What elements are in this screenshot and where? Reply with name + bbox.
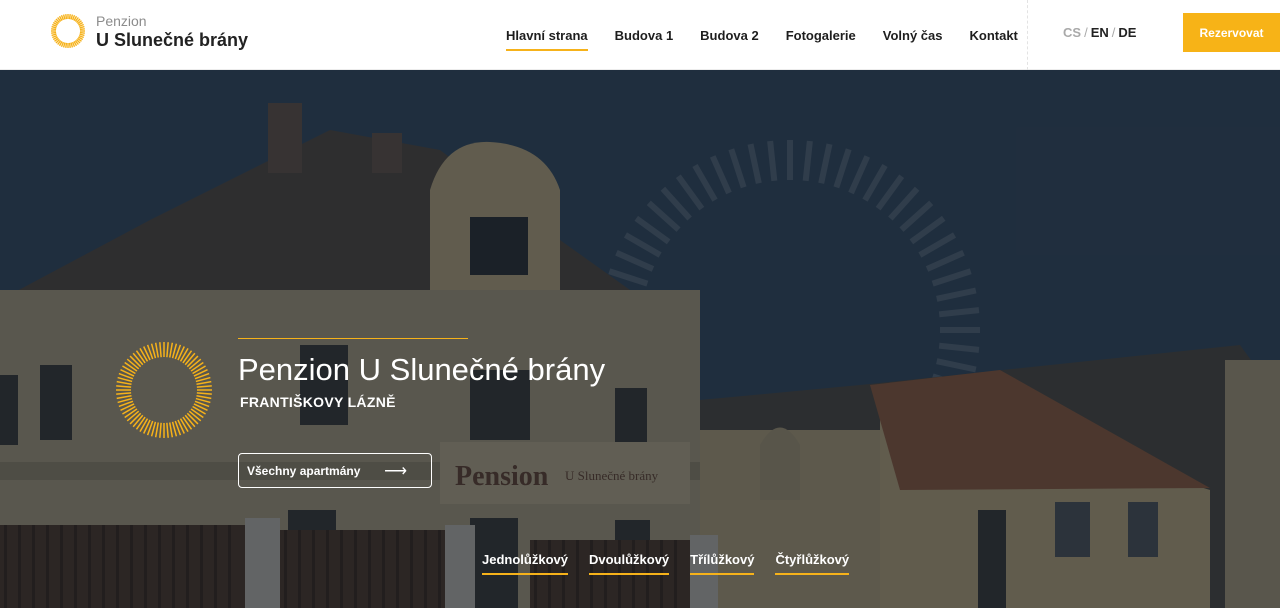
room-type-links: Jednolůžkový Dvoulůžkový Třílůžkový Čtyř… (482, 552, 870, 575)
lang-cs[interactable]: CS (1063, 25, 1081, 40)
nav-item-building-1[interactable]: Budova 1 (615, 22, 674, 49)
hero-divider (238, 338, 468, 339)
site-header: Penzion U Slunečné brány Hlavní strana B… (0, 0, 1280, 70)
lang-de[interactable]: DE (1118, 25, 1136, 40)
room-link-triple[interactable]: Třílůžkový (690, 552, 755, 575)
sun-ring-icon (51, 14, 85, 48)
nav-item-gallery[interactable]: Fotogalerie (786, 22, 856, 49)
room-link-double[interactable]: Dvoulůžkový (588, 552, 670, 575)
lang-separator: / (1111, 25, 1116, 40)
main-nav: Hlavní strana Budova 1 Budova 2 Fotogale… (506, 0, 1045, 70)
nav-item-home[interactable]: Hlavní strana (506, 22, 588, 51)
hero-overlay (0, 70, 1280, 608)
hero-section: Pension U Slunečné brány Penzion U Slune… (0, 70, 1280, 608)
site-logo[interactable]: Penzion U Slunečné brány (50, 13, 248, 49)
hero-title: Penzion U Slunečné brány (238, 352, 606, 387)
room-link-quad[interactable]: Čtyřlůžkový (775, 552, 850, 575)
hero-subtitle: FRANTIŠKOVY LÁZNĚ (240, 394, 396, 410)
arrow-right-icon: ⟶ (384, 463, 407, 480)
logo-big-text: U Slunečné brány (96, 29, 249, 50)
logo-small-text: Penzion (96, 12, 147, 29)
all-apartments-button[interactable]: Všechny apartmány ⟶ (238, 453, 432, 488)
reserve-button[interactable]: Rezervovat (1183, 13, 1280, 52)
nav-item-contact[interactable]: Kontakt (970, 22, 1018, 49)
lang-separator: / (1084, 25, 1088, 40)
language-switcher: CS / EN / DE (1063, 25, 1136, 40)
all-apartments-label: Všechny apartmány (247, 463, 361, 478)
lang-en[interactable]: EN (1091, 25, 1109, 40)
room-link-single[interactable]: Jednolůžkový (482, 552, 568, 575)
nav-item-building-2[interactable]: Budova 2 (700, 22, 759, 49)
header-divider (1027, 0, 1028, 70)
sun-ring-icon (116, 342, 212, 438)
nav-item-leisure[interactable]: Volný čas (883, 22, 943, 49)
